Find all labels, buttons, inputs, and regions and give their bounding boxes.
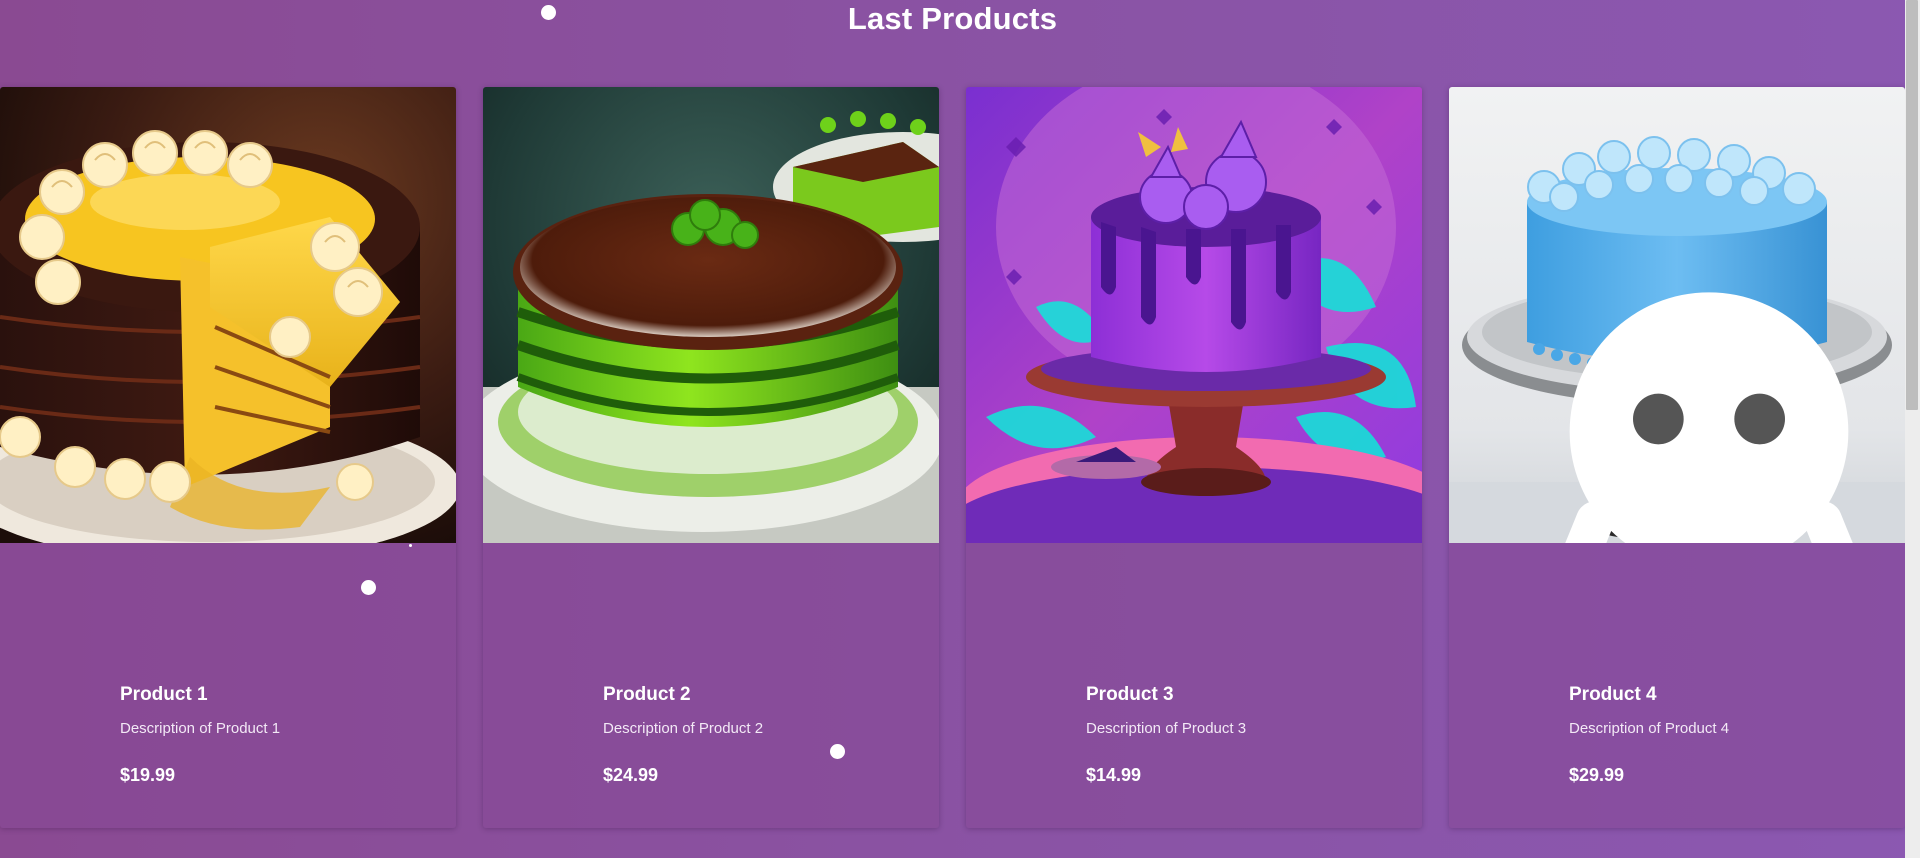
products-grid: Product 1 Description of Product 1 $19.9… (0, 87, 1905, 828)
product-card[interactable]: Product 2 Description of Product 2 $24.9… (483, 87, 939, 828)
product-name: Product 3 (1086, 684, 1174, 705)
product-image[interactable]: gencraft (1449, 87, 1905, 543)
product-name: Product 1 (120, 684, 208, 705)
green-chocolate-layer-cake-image (483, 87, 939, 543)
product-price: $24.99 (603, 765, 659, 785)
yellow-chocolate-layer-cake-image (0, 87, 456, 543)
product-image[interactable] (0, 87, 456, 543)
gencraft-watermark: gencraft (1481, 292, 1905, 543)
section-title: Last Products (847, 1, 1058, 36)
product-description: Description of Product 2 (603, 720, 764, 737)
product-description: Description of Product 1 (120, 720, 281, 737)
product-image[interactable] (966, 87, 1422, 543)
product-image[interactable] (483, 87, 939, 543)
product-card[interactable]: Product 1 Description of Product 1 $19.9… (0, 87, 456, 828)
product-name: Product 2 (603, 684, 691, 705)
product-card[interactable]: gencraft Product 4 Description of Produc… (1449, 87, 1905, 828)
product-description: Description of Product 4 (1569, 720, 1730, 737)
product-price: $29.99 (1569, 765, 1625, 785)
purple-drip-cake-illustration-image (966, 87, 1422, 543)
product-price: $14.99 (1086, 765, 1142, 785)
scrollbar-thumb[interactable] (1906, 0, 1918, 410)
product-name: Product 4 (1569, 684, 1657, 705)
product-description: Description of Product 3 (1086, 720, 1247, 737)
product-price: $19.99 (120, 765, 176, 785)
product-card[interactable]: Product 3 Description of Product 3 $14.9… (966, 87, 1422, 828)
octopus-logo-icon (1565, 292, 1853, 543)
